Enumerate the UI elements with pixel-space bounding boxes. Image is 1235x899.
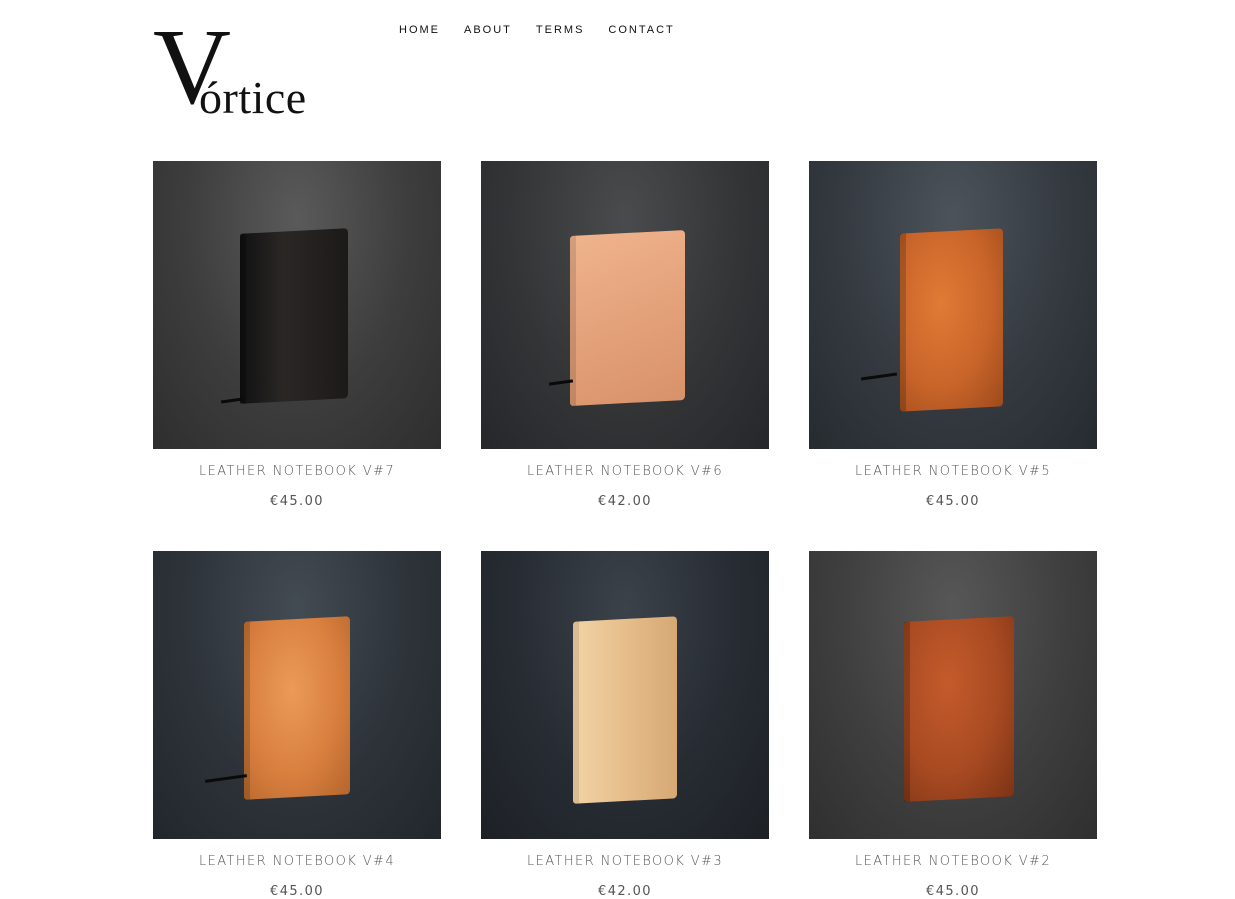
notebook-photo (904, 616, 1014, 802)
main-nav: HOME ABOUT TERMS CONTACT (399, 24, 699, 36)
nav-about[interactable]: ABOUT (464, 24, 512, 36)
nav-home[interactable]: HOME (399, 24, 440, 36)
product-price: €45.00 (270, 494, 324, 509)
product-card[interactable]: LEATHER NOTEBOOK V#2 €45.00 (809, 551, 1097, 899)
product-card[interactable]: LEATHER NOTEBOOK V#5 €45.00 (809, 161, 1097, 509)
product-price: €45.00 (270, 884, 324, 899)
product-title[interactable]: LEATHER NOTEBOOK V#2 (809, 854, 1097, 869)
nav-terms[interactable]: TERMS (536, 24, 585, 36)
notebook-photo (573, 616, 677, 804)
site-logo[interactable]: V órtice (153, 14, 328, 126)
logo-wordmark: órtice (199, 72, 307, 123)
notebook-photo (900, 228, 1003, 412)
product-title[interactable]: LEATHER NOTEBOOK V#5 (809, 464, 1097, 479)
notebook-photo (240, 228, 348, 404)
product-image[interactable] (153, 551, 441, 839)
product-card[interactable]: LEATHER NOTEBOOK V#4 €45.00 (153, 551, 441, 899)
product-card[interactable]: LEATHER NOTEBOOK V#7 €45.00 (153, 161, 441, 509)
product-image[interactable] (481, 551, 769, 839)
product-price: €45.00 (926, 494, 980, 509)
product-price: €45.00 (926, 884, 980, 899)
product-card[interactable]: LEATHER NOTEBOOK V#6 €42.00 (481, 161, 769, 509)
product-price: €42.00 (598, 884, 652, 899)
product-title[interactable]: LEATHER NOTEBOOK V#7 (153, 464, 441, 479)
nav-contact[interactable]: CONTACT (608, 24, 674, 36)
product-title[interactable]: LEATHER NOTEBOOK V#6 (481, 464, 769, 479)
product-title[interactable]: LEATHER NOTEBOOK V#4 (153, 854, 441, 869)
product-image[interactable] (809, 551, 1097, 839)
notebook-photo (570, 229, 685, 407)
product-image[interactable] (809, 161, 1097, 449)
product-image[interactable] (153, 161, 441, 449)
product-image[interactable] (481, 161, 769, 449)
product-price: €42.00 (598, 494, 652, 509)
product-title[interactable]: LEATHER NOTEBOOK V#3 (481, 854, 769, 869)
notebook-photo (244, 616, 350, 800)
product-card[interactable]: LEATHER NOTEBOOK V#3 €42.00 (481, 551, 769, 899)
